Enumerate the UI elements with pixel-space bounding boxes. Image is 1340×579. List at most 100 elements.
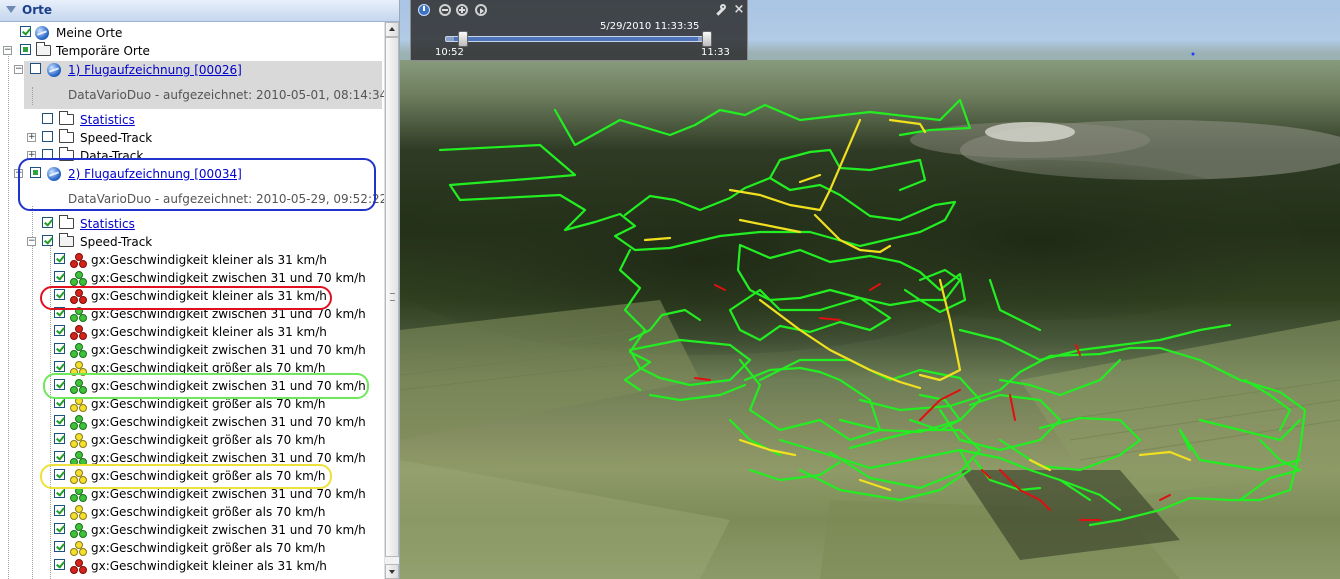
speed-segment-item[interactable]: gx:Geschwindigkeit kleiner als 31 km/h [0,251,380,269]
speed-segment-item[interactable]: gx:Geschwindigkeit größer als 70 km/h [0,503,380,521]
collapse-toggle-icon[interactable]: − [27,237,36,246]
scroll-down-arrow-icon[interactable] [385,564,399,579]
green-placemark-icon [70,271,87,286]
flight1-speed-track-label: Speed-Track [80,131,153,145]
segment-label: gx:Geschwindigkeit zwischen 31 und 70 km… [91,487,366,501]
folder-icon [59,129,74,143]
scrollbar-thumb[interactable] [385,37,399,557]
segment-checkbox[interactable] [54,433,65,444]
segment-checkbox[interactable] [54,451,65,462]
folder-icon [59,111,74,125]
segment-checkbox[interactable] [54,361,65,372]
yellow-placemark-icon [70,397,87,412]
places-panel: Orte Meine Orte − Temporäre Orte − 1) Fl… [0,0,400,579]
places-panel-header[interactable]: Orte [0,0,399,22]
tree-item-flight2-speed-track[interactable]: − Speed-Track [0,233,380,251]
zoom-in-icon[interactable] [456,4,468,16]
time-slider-track[interactable] [445,31,712,47]
segment-label: gx:Geschwindigkeit größer als 70 km/h [91,541,326,555]
yellow-placemark-icon [70,433,87,448]
time-slider-end-handle[interactable] [702,31,712,47]
tree-item-flight1[interactable]: − 1) Flugaufzeichnung [00026] [0,61,380,79]
segment-label: gx:Geschwindigkeit zwischen 31 und 70 km… [91,523,366,537]
speed-segment-item[interactable]: gx:Geschwindigkeit zwischen 31 und 70 km… [0,269,380,287]
flight1-speed-track-checkbox[interactable] [42,131,53,142]
time-slider-range [454,37,698,41]
segment-checkbox[interactable] [54,505,65,516]
segment-label: gx:Geschwindigkeit kleiner als 31 km/h [91,559,327,573]
flight1-checkbox[interactable] [30,63,41,74]
flight1-subtitle: DataVarioDuo - aufgezeichnet: 2010-05-01… [68,88,384,102]
temporaere-orte-label: Temporäre Orte [56,44,150,58]
segment-checkbox[interactable] [54,559,65,570]
play-icon[interactable] [475,4,487,16]
earth-3d-view[interactable] [400,0,1340,579]
yellow-highlight-ring [40,464,332,489]
flight2-speed-track-checkbox[interactable] [42,235,53,246]
segment-label: gx:Geschwindigkeit größer als 70 km/h [91,433,326,447]
open-folder-icon [36,42,51,56]
tree-item-flight1-speed-track[interactable]: + Speed-Track [0,129,380,147]
red-placemark-icon [70,559,87,574]
red-highlight-ring [40,286,332,310]
tree-item-flight2-statistics[interactable]: Statistics [0,215,380,233]
meine-orte-checkbox[interactable] [20,26,31,37]
speed-segment-item[interactable]: gx:Geschwindigkeit größer als 70 km/h [0,431,380,449]
segment-checkbox[interactable] [54,253,65,264]
folder-icon [59,215,74,229]
scroll-up-arrow-icon[interactable] [385,22,399,37]
flight2-speed-track-label: Speed-Track [80,235,153,249]
speed-segment-item[interactable]: gx:Geschwindigkeit kleiner als 31 km/h [0,323,380,341]
yellow-placemark-icon [70,541,87,556]
speed-segment-item[interactable]: gx:Geschwindigkeit zwischen 31 und 70 km… [0,521,380,539]
segment-checkbox[interactable] [54,325,65,336]
red-placemark-icon [70,253,87,268]
segment-label: gx:Geschwindigkeit größer als 70 km/h [91,397,326,411]
blue-highlight-ring [18,158,376,211]
wrench-settings-icon[interactable] [714,4,726,16]
collapse-toggle-icon[interactable]: − [3,46,12,55]
globe-icon [47,63,61,77]
places-panel-title: Orte [22,3,52,17]
expand-toggle-icon[interactable]: + [27,133,36,142]
temporaere-orte-checkbox[interactable] [20,44,31,55]
segment-checkbox[interactable] [54,343,65,354]
current-time-label: 5/29/2010 11:33:35 [600,21,700,32]
collapse-toggle-icon[interactable]: − [14,65,23,74]
segment-checkbox[interactable] [54,523,65,534]
segment-label: gx:Geschwindigkeit kleiner als 31 km/h [91,253,327,267]
zoom-out-icon[interactable] [439,4,451,16]
segment-checkbox[interactable] [54,415,65,426]
segment-label: gx:Geschwindigkeit zwischen 31 und 70 km… [91,415,366,429]
green-placemark-icon [70,523,87,538]
flight1-link[interactable]: 1) Flugaufzeichnung [00026] [68,63,242,77]
time-slider-panel[interactable]: × 5/29/2010 11:33:35 10:52 11:33 [410,0,748,61]
speed-segment-item[interactable]: gx:Geschwindigkeit größer als 70 km/h [0,539,380,557]
time-end-label: 11:33 [701,47,730,58]
meine-orte-label: Meine Orte [56,26,123,40]
flight1-statistics-checkbox[interactable] [42,113,53,124]
speed-segment-item[interactable]: gx:Geschwindigkeit zwischen 31 und 70 km… [0,413,380,431]
flight2-statistics-link[interactable]: Statistics [80,217,135,231]
segment-label: gx:Geschwindigkeit größer als 70 km/h [91,505,326,519]
segment-checkbox[interactable] [54,541,65,552]
tree-item-meine-orte[interactable]: Meine Orte [0,24,380,42]
flight1-statistics-link[interactable]: Statistics [80,113,135,127]
speed-segment-item[interactable]: gx:Geschwindigkeit kleiner als 31 km/h [0,557,380,575]
time-slider-start-handle[interactable] [458,31,468,47]
tree-item-temporaere-orte[interactable]: − Temporäre Orte [0,42,380,60]
tree-scrollbar[interactable] [384,22,399,579]
segment-label: gx:Geschwindigkeit kleiner als 31 km/h [91,325,327,339]
globe-icon [35,26,49,40]
tree-item-flight1-statistics[interactable]: Statistics [0,111,380,129]
flight2-statistics-checkbox[interactable] [42,217,53,228]
speed-segment-item[interactable]: gx:Geschwindigkeit zwischen 31 und 70 km… [0,341,380,359]
collapse-triangle-icon[interactable] [6,6,16,13]
segment-label: gx:Geschwindigkeit zwischen 31 und 70 km… [91,271,366,285]
close-icon[interactable]: × [733,3,745,16]
green-placemark-icon [70,487,87,502]
segment-checkbox[interactable] [54,271,65,282]
places-tree: Meine Orte − Temporäre Orte − 1) Flugauf… [0,22,384,579]
green-placemark-icon [70,343,87,358]
clock-icon[interactable] [418,4,430,16]
